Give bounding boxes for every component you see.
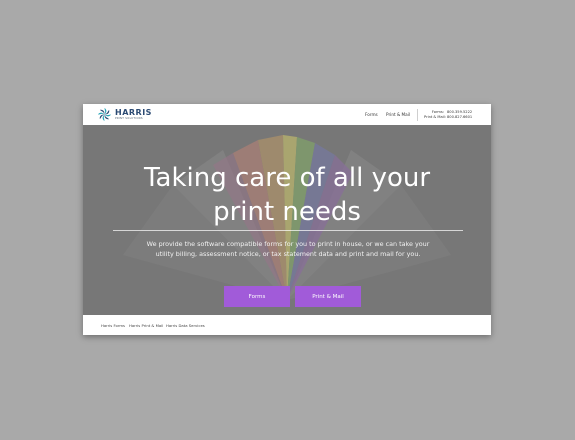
logo-tagline: PRINT SOLUTIONS — [115, 117, 143, 120]
hero-section: Taking care of all your print needs We p… — [83, 125, 491, 315]
headline-line-1: Taking care of all your — [143, 163, 431, 193]
site-header: HARRIS PRINT SOLUTIONS Forms Print & Mai… — [83, 104, 491, 125]
harris-logo[interactable]: HARRIS PRINT SOLUTIONS — [97, 107, 167, 123]
hero-divider — [113, 230, 463, 231]
phone-number[interactable]: 800.827.6601 — [447, 115, 472, 119]
hero-headline: Taking care of all your print needs — [83, 161, 491, 229]
website-preview-frame: HARRIS PRINT SOLUTIONS Forms Print & Mai… — [83, 104, 491, 335]
header-divider — [417, 109, 418, 121]
site-footer: Harris Forms Harris Print & Mail Harris … — [83, 315, 491, 335]
footer-link-harris-data-services[interactable]: Harris Data Services — [166, 323, 205, 328]
phone-number[interactable]: 800.359.5222 — [447, 110, 472, 114]
forms-button[interactable]: Forms — [224, 286, 290, 307]
nav-print-mail-link[interactable]: Print & Mail — [386, 112, 410, 117]
hero-subtext: We provide the software compatible forms… — [146, 240, 430, 258]
phone-row-print-mail: Print & Mail:800.827.6601 — [424, 115, 472, 120]
harris-pinwheel-logo-icon — [98, 108, 111, 121]
headline-line-2: print needs — [213, 197, 361, 227]
logo-wordmark: HARRIS — [115, 108, 152, 117]
print-mail-button[interactable]: Print & Mail — [295, 286, 361, 307]
phone-numbers: Forms: 800.359.5222 Print & Mail:800.827.… — [424, 110, 472, 120]
phone-label: Print & Mail: — [424, 115, 446, 119]
footer-link-harris-print-mail[interactable]: Harris Print & Mail — [129, 323, 163, 328]
footer-link-harris-forms[interactable]: Harris Forms — [101, 323, 125, 328]
nav-forms-link[interactable]: Forms — [365, 112, 378, 117]
